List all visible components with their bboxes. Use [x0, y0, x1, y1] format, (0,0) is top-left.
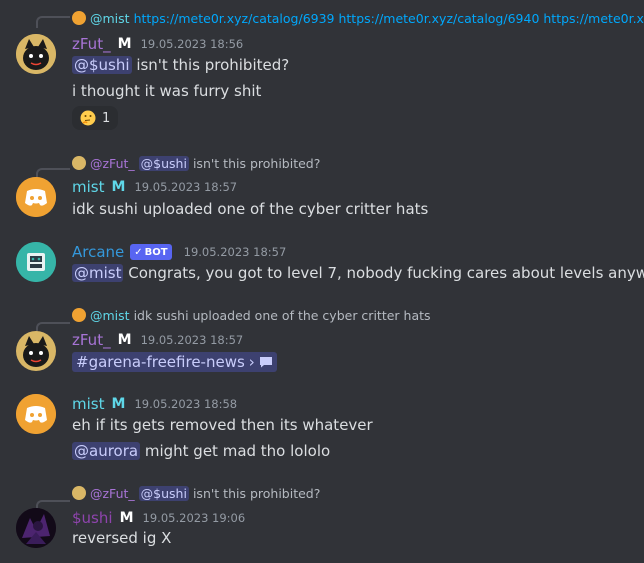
mist-avatar[interactable]	[16, 177, 56, 217]
check-icon: ✓	[134, 246, 143, 258]
reply-spine	[36, 16, 70, 28]
message-header: mist M 19.05.2023 18:58	[72, 394, 237, 414]
username[interactable]: mist	[72, 178, 104, 196]
zfut-avatar[interactable]	[16, 331, 56, 371]
message-header: Arcane ✓ BOT 19.05.2023 18:57	[72, 242, 286, 262]
message-header: $ushi M 19.05.2023 19:06	[72, 508, 245, 528]
reply-author[interactable]: @mist	[90, 308, 130, 323]
username[interactable]: mist	[72, 395, 104, 413]
message-line-2: i thought it was furry shit	[72, 82, 262, 100]
username[interactable]: zFut_	[72, 35, 111, 53]
m-badge-icon: M	[117, 36, 132, 52]
discord-logo-icon	[16, 177, 56, 217]
timestamp: 19.05.2023 18:58	[134, 397, 238, 411]
arcane-avatar[interactable]	[16, 242, 56, 282]
message-line-1: @mist Congrats, you got to level 7, nobo…	[72, 264, 644, 282]
message-text: might get mad tho lololo	[140, 442, 331, 460]
username[interactable]: zFut_	[72, 331, 111, 349]
dark-figure-avatar-icon	[16, 508, 56, 548]
reply-mention[interactable]: @$ushi	[138, 485, 189, 501]
zfut-mini-avatar	[72, 156, 86, 170]
reply-preview[interactable]: @zFut_ @$ushi isn't this prohibited?	[72, 155, 320, 171]
reply-mention[interactable]: @$ushi	[138, 155, 189, 171]
message-text: isn't this prohibited?	[131, 56, 290, 74]
m-badge-icon: M	[111, 396, 126, 412]
timestamp: 19.05.2023 18:56	[140, 37, 244, 51]
message-header: mist M 19.05.2023 18:57	[72, 177, 237, 197]
channel-name: #garena-freefire-news	[76, 353, 245, 371]
message-line-1: eh if its gets removed then its whatever	[72, 416, 373, 434]
timestamp: 19.05.2023 18:57	[140, 333, 244, 347]
thinking-face-icon	[80, 110, 96, 126]
mist-mini-avatar	[72, 308, 86, 322]
reply-text[interactable]: https://mete0r.xyz/catalog/6939 https://…	[134, 11, 644, 26]
cat-avatar-icon	[16, 34, 56, 74]
chat-bubble-icon	[259, 357, 272, 368]
zfut-avatar[interactable]	[16, 34, 56, 74]
reply-author[interactable]: @mist	[90, 11, 130, 26]
mention[interactable]: @$ushi	[72, 56, 132, 74]
mist-avatar[interactable]	[16, 394, 56, 434]
discord-logo-icon	[16, 394, 56, 434]
m-badge-icon: M	[111, 179, 126, 195]
message-line-1: @$ushi isn't this prohibited?	[72, 56, 289, 74]
mention[interactable]: @aurora	[72, 442, 141, 460]
bot-tag: ✓ BOT	[130, 244, 172, 260]
message-line-1: idk sushi uploaded one of the cyber crit…	[72, 200, 429, 218]
mist-mini-avatar	[72, 11, 86, 25]
message-text: Congrats, you got to level 7, nobody fuc…	[123, 264, 644, 282]
reply-text: isn't this prohibited?	[192, 485, 321, 501]
timestamp: 19.05.2023 18:57	[183, 245, 287, 259]
username[interactable]: $ushi	[72, 509, 113, 527]
message-header: zFut_ M 19.05.2023 18:57	[72, 330, 243, 350]
reply-text: isn't this prohibited?	[192, 155, 321, 171]
timestamp: 19.05.2023 19:06	[142, 511, 246, 525]
reply-author[interactable]: @zFut_	[90, 156, 135, 171]
message-line-1: #garena-freefire-news ›	[72, 352, 277, 372]
message-line-1: reversed ig X	[72, 529, 172, 547]
message-header: zFut_ M 19.05.2023 18:56	[72, 34, 243, 54]
reply-preview[interactable]: @mist https://mete0r.xyz/catalog/6939 ht…	[72, 10, 644, 26]
channel-link[interactable]: #garena-freefire-news ›	[72, 352, 277, 372]
timestamp: 19.05.2023 18:57	[134, 180, 238, 194]
m-badge-icon: M	[117, 332, 132, 348]
m-badge-icon: M	[119, 510, 134, 526]
reply-text: idk sushi uploaded one of the cyber crit…	[133, 307, 431, 323]
sushi-avatar[interactable]	[16, 508, 56, 548]
message-line-2: @aurora might get mad tho lololo	[72, 442, 330, 460]
robot-avatar-icon	[16, 242, 56, 282]
chevron-right-icon: ›	[248, 353, 255, 371]
bot-label: BOT	[144, 246, 168, 258]
zfut-mini-avatar	[72, 486, 86, 500]
reply-author[interactable]: @zFut_	[90, 486, 135, 501]
reply-preview[interactable]: @mist idk sushi uploaded one of the cybe…	[72, 307, 431, 323]
mention[interactable]: @mist	[72, 264, 124, 282]
reaction-count: 1	[102, 110, 111, 126]
reply-preview[interactable]: @zFut_ @$ushi isn't this prohibited?	[72, 485, 320, 501]
cat-avatar-icon	[16, 331, 56, 371]
username[interactable]: Arcane	[72, 243, 124, 261]
reaction-button[interactable]: 1	[72, 106, 119, 130]
